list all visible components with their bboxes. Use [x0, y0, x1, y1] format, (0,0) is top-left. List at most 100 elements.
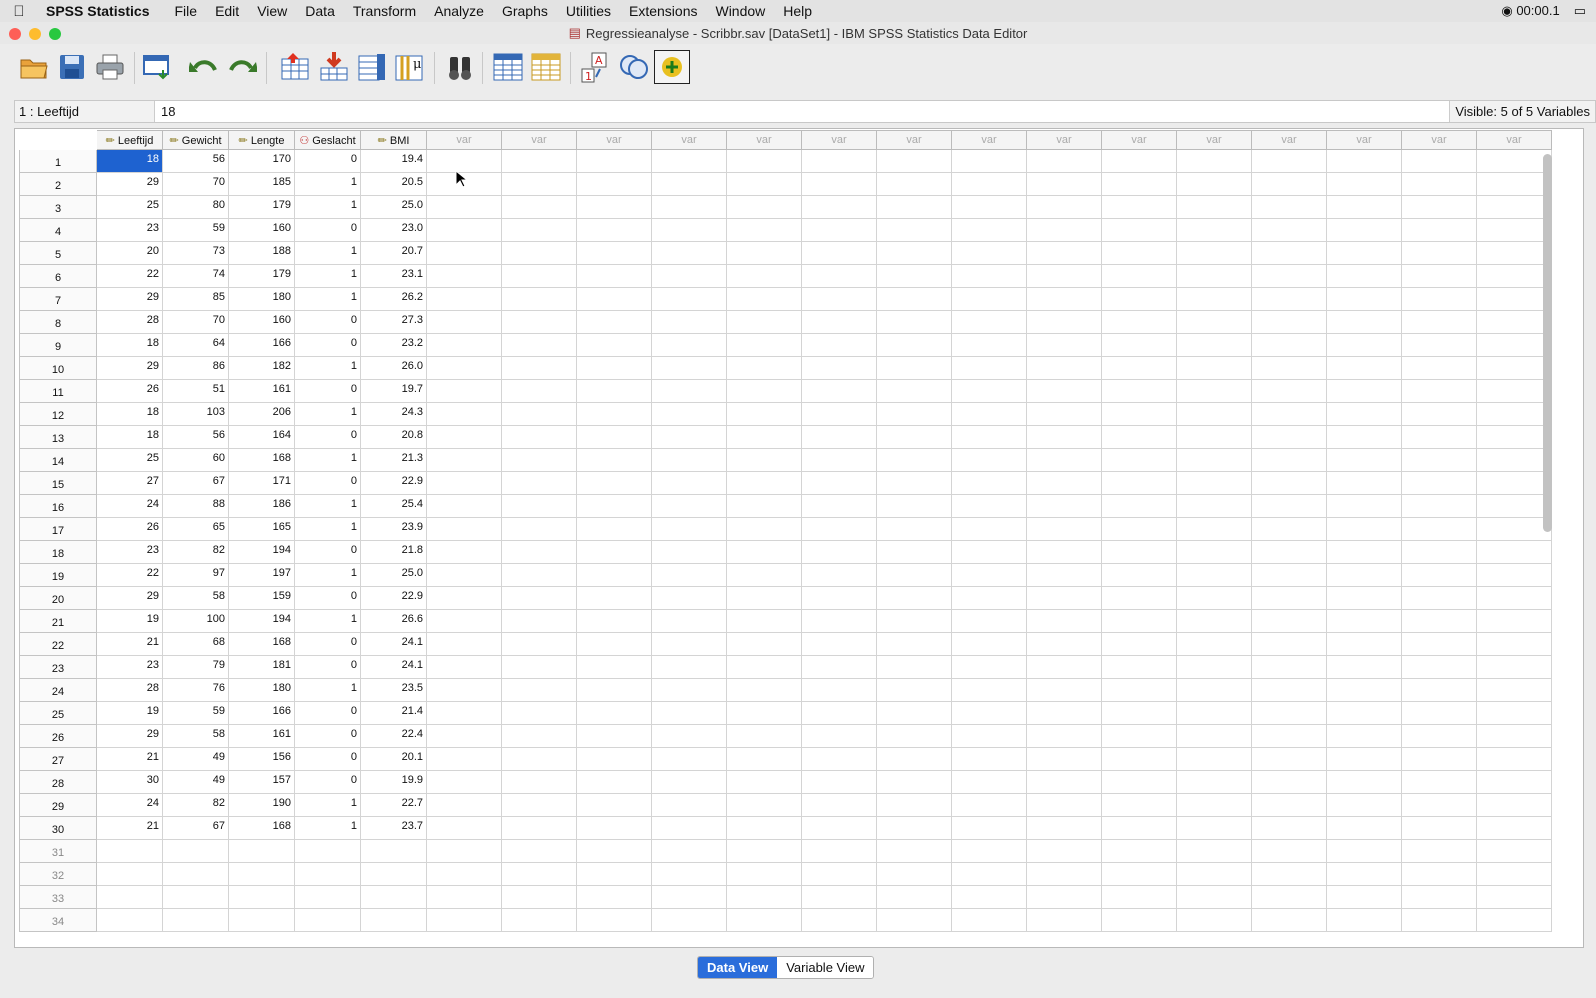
empty-cell[interactable] [802, 196, 877, 219]
empty-column-header[interactable]: var [577, 130, 652, 150]
data-cell[interactable]: 168 [229, 817, 295, 840]
data-cell[interactable]: 1 [295, 817, 361, 840]
empty-cell[interactable] [727, 679, 802, 702]
empty-cell[interactable] [652, 886, 727, 909]
row-header[interactable]: 6 [19, 265, 97, 288]
empty-cell[interactable] [952, 449, 1027, 472]
empty-cell[interactable] [652, 794, 727, 817]
empty-cell[interactable] [427, 472, 502, 495]
data-cell[interactable]: 22.9 [361, 472, 427, 495]
empty-cell[interactable] [727, 196, 802, 219]
empty-cell[interactable] [1027, 587, 1102, 610]
empty-cell[interactable] [1177, 150, 1252, 173]
empty-cell[interactable] [502, 771, 577, 794]
empty-cell[interactable] [1477, 771, 1552, 794]
empty-cell[interactable] [1252, 173, 1327, 196]
empty-cell[interactable] [1477, 863, 1552, 886]
empty-cell[interactable] [1252, 794, 1327, 817]
data-cell[interactable] [361, 840, 427, 863]
empty-cell[interactable] [1177, 334, 1252, 357]
empty-cell[interactable] [577, 587, 652, 610]
close-window-button[interactable] [9, 28, 21, 40]
empty-column-header[interactable]: var [952, 130, 1027, 150]
empty-cell[interactable] [1402, 495, 1477, 518]
tab-data-view[interactable]: Data View [698, 957, 778, 978]
empty-cell[interactable] [1177, 449, 1252, 472]
empty-cell[interactable] [427, 909, 502, 932]
empty-cell[interactable] [802, 472, 877, 495]
empty-cell[interactable] [1027, 748, 1102, 771]
empty-cell[interactable] [1102, 150, 1177, 173]
empty-cell[interactable] [727, 426, 802, 449]
empty-cell[interactable] [1252, 265, 1327, 288]
empty-cell[interactable] [1027, 541, 1102, 564]
empty-cell[interactable] [802, 564, 877, 587]
empty-cell[interactable] [1327, 909, 1402, 932]
empty-cell[interactable] [1402, 173, 1477, 196]
data-cell[interactable] [97, 840, 163, 863]
empty-cell[interactable] [952, 242, 1027, 265]
empty-cell[interactable] [502, 265, 577, 288]
empty-cell[interactable] [727, 334, 802, 357]
empty-cell[interactable] [577, 495, 652, 518]
empty-cell[interactable] [1477, 357, 1552, 380]
data-cell[interactable]: 19 [97, 610, 163, 633]
empty-cell[interactable] [877, 564, 952, 587]
row-header[interactable]: 27 [19, 748, 97, 771]
goto-variable-icon[interactable] [316, 50, 352, 84]
data-cell[interactable]: 20.7 [361, 242, 427, 265]
data-cell[interactable]: 25 [97, 449, 163, 472]
empty-cell[interactable] [1102, 541, 1177, 564]
minimize-window-button[interactable] [29, 28, 41, 40]
empty-cell[interactable] [1102, 357, 1177, 380]
empty-cell[interactable] [577, 748, 652, 771]
data-cell[interactable]: 19.7 [361, 380, 427, 403]
empty-cell[interactable] [802, 771, 877, 794]
empty-cell[interactable] [1102, 863, 1177, 886]
data-cell[interactable]: 21.3 [361, 449, 427, 472]
empty-cell[interactable] [502, 449, 577, 472]
empty-cell[interactable] [1102, 840, 1177, 863]
row-header[interactable]: 21 [19, 610, 97, 633]
empty-column-header[interactable]: var [1252, 130, 1327, 150]
empty-cell[interactable] [577, 219, 652, 242]
empty-cell[interactable] [1477, 380, 1552, 403]
empty-cell[interactable] [427, 564, 502, 587]
empty-cell[interactable] [1177, 288, 1252, 311]
empty-cell[interactable] [1102, 311, 1177, 334]
empty-cell[interactable] [427, 219, 502, 242]
data-cell[interactable]: 1 [295, 679, 361, 702]
data-cell[interactable]: 22.9 [361, 587, 427, 610]
empty-cell[interactable] [577, 541, 652, 564]
empty-cell[interactable] [427, 794, 502, 817]
empty-cell[interactable] [1177, 725, 1252, 748]
empty-cell[interactable] [1402, 219, 1477, 242]
data-cell[interactable]: 56 [163, 426, 229, 449]
empty-cell[interactable] [952, 587, 1027, 610]
empty-cell[interactable] [427, 426, 502, 449]
data-cell[interactable]: 21.4 [361, 702, 427, 725]
data-cell[interactable]: 29 [97, 587, 163, 610]
zoom-window-button[interactable] [49, 28, 61, 40]
empty-cell[interactable] [502, 633, 577, 656]
empty-cell[interactable] [1027, 771, 1102, 794]
goto-case-icon[interactable] [278, 50, 314, 84]
empty-cell[interactable] [877, 426, 952, 449]
row-header[interactable]: 4 [19, 219, 97, 242]
empty-cell[interactable] [1177, 242, 1252, 265]
empty-cell[interactable] [1477, 794, 1552, 817]
empty-cell[interactable] [1102, 748, 1177, 771]
empty-cell[interactable] [727, 817, 802, 840]
empty-cell[interactable] [727, 564, 802, 587]
empty-cell[interactable] [1252, 242, 1327, 265]
empty-cell[interactable] [1102, 656, 1177, 679]
empty-cell[interactable] [577, 242, 652, 265]
data-cell[interactable]: 164 [229, 426, 295, 449]
empty-cell[interactable] [427, 863, 502, 886]
data-cell[interactable]: 21 [97, 817, 163, 840]
empty-cell[interactable] [1177, 886, 1252, 909]
empty-cell[interactable] [502, 656, 577, 679]
data-cell[interactable]: 156 [229, 748, 295, 771]
data-cell[interactable]: 0 [295, 656, 361, 679]
empty-cell[interactable] [1327, 173, 1402, 196]
